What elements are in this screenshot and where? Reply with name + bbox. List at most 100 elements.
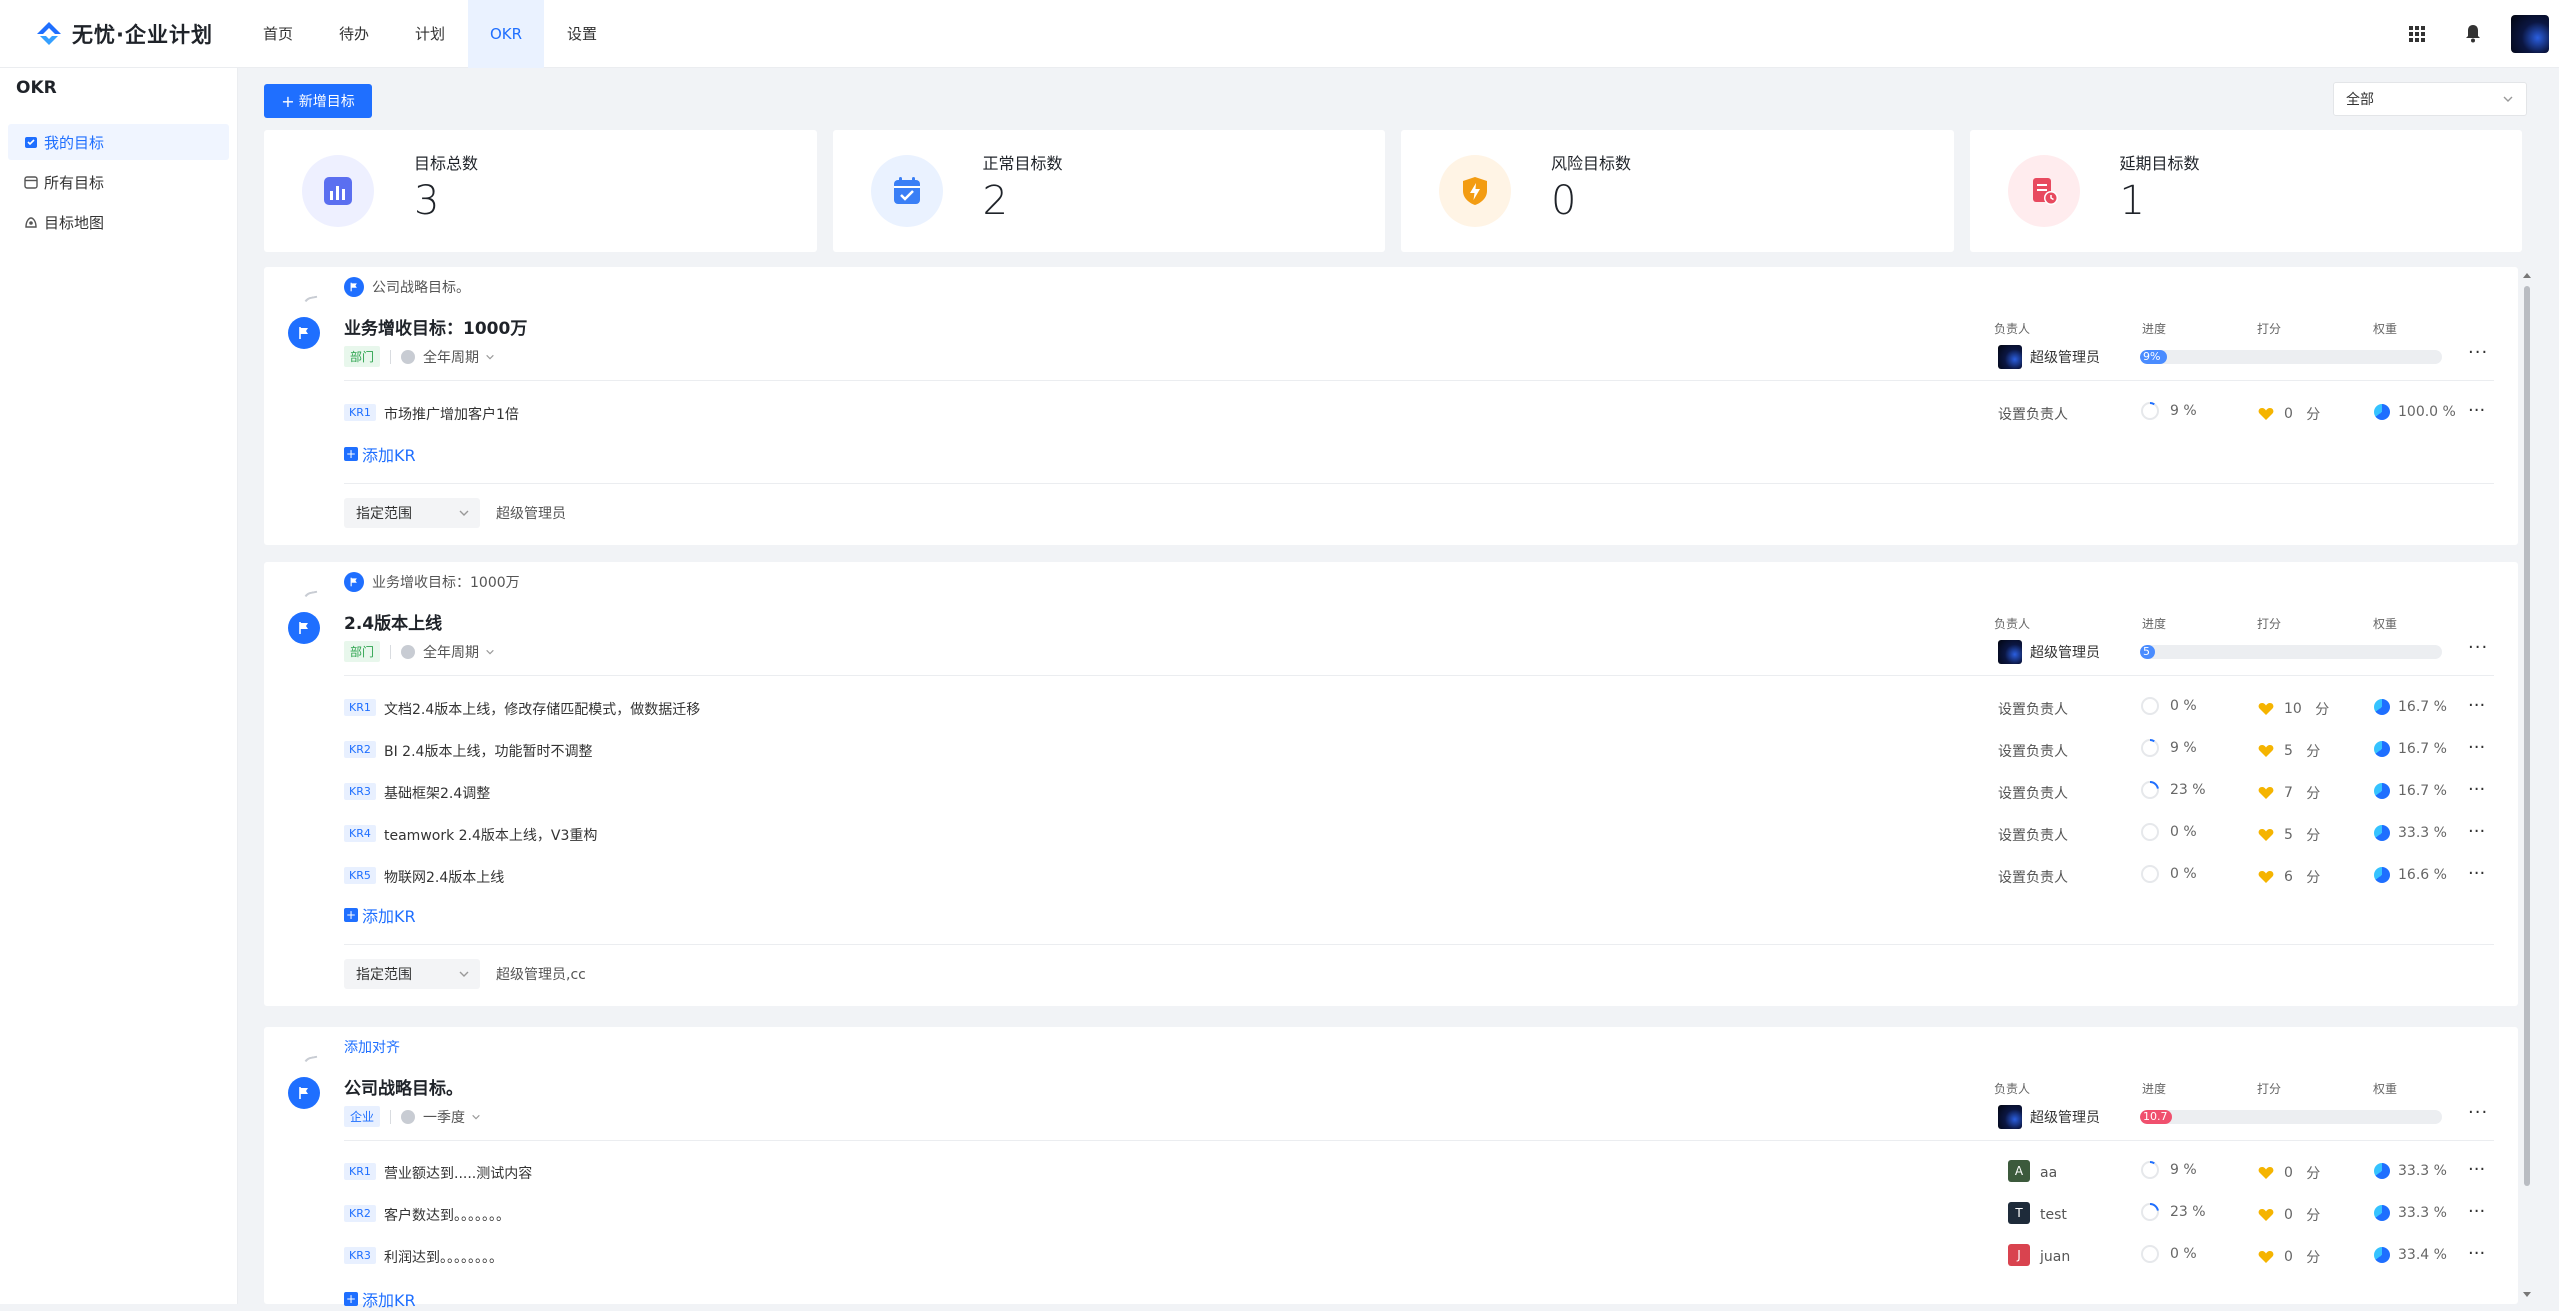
kr-progress: 23 % bbox=[2140, 780, 2206, 800]
scope-select[interactable]: 指定范围 bbox=[344, 498, 480, 528]
kr-score[interactable]: 5 分 bbox=[2258, 825, 2320, 845]
kr-row[interactable]: KR3 利润达到。。。。。。。。 Jjuan 0 % 0 分 33.4 % ··… bbox=[344, 1242, 2498, 1270]
sidebar-item-my-goals[interactable]: 我的目标 bbox=[8, 124, 229, 160]
more-options-icon[interactable]: ··· bbox=[2468, 1201, 2485, 1222]
objective-title[interactable]: 2.4版本上线 bbox=[344, 609, 442, 634]
more-options-icon[interactable]: ··· bbox=[2468, 1243, 2485, 1264]
kr-owner[interactable]: 设置负责人 bbox=[1998, 741, 2068, 761]
progress-ring-icon bbox=[2141, 1202, 2159, 1221]
more-options-icon[interactable]: ··· bbox=[2468, 695, 2485, 716]
kr-owner-name: 设置负责人 bbox=[1998, 870, 2068, 886]
kr-row[interactable]: KR1 营业额达到.....测试内容 Aaa 9 % 0 分 33.3 % ··… bbox=[344, 1158, 2498, 1186]
more-options-icon[interactable]: ··· bbox=[2468, 821, 2485, 842]
kr-score[interactable]: 0 分 bbox=[2258, 1163, 2320, 1183]
kr-row[interactable]: KR2 客户数达到。。。。。。。 Ttest 23 % 0 分 33.3 % ·… bbox=[344, 1200, 2498, 1228]
more-options-icon[interactable]: ··· bbox=[2468, 342, 2488, 363]
add-kr-button[interactable]: + 添加KR bbox=[344, 903, 416, 927]
kr-owner[interactable]: 设置负责人 bbox=[1998, 867, 2068, 887]
goal-filter-select[interactable]: 全部 bbox=[2333, 82, 2527, 116]
nav-settings[interactable]: 设置 bbox=[544, 0, 620, 68]
nav-plan[interactable]: 计划 bbox=[392, 0, 468, 68]
objective-meta: 部门 全年周期 bbox=[344, 346, 495, 367]
period-selector[interactable]: 全年周期 bbox=[423, 347, 479, 367]
more-options-icon[interactable]: ··· bbox=[2468, 863, 2485, 884]
kr-weight-value: 33.3 % bbox=[2398, 1205, 2447, 1221]
kr-score[interactable]: 0 分 bbox=[2258, 1205, 2320, 1225]
heart-icon bbox=[2258, 1250, 2274, 1263]
period-selector[interactable]: 一季度 bbox=[423, 1107, 465, 1127]
kr-owner[interactable]: 设置负责人 bbox=[1998, 404, 2068, 424]
objective-type-tag: 企业 bbox=[344, 1106, 381, 1127]
vertical-scrollbar[interactable] bbox=[2522, 272, 2532, 1302]
add-kr-label: 添加KR bbox=[362, 907, 416, 926]
kr-owner[interactable]: 设置负责人 bbox=[1998, 825, 2068, 845]
pie-icon bbox=[2374, 699, 2390, 715]
more-options-icon[interactable]: ··· bbox=[2468, 400, 2485, 421]
add-kr-button[interactable]: + 添加KR bbox=[344, 1287, 416, 1311]
user-avatar[interactable] bbox=[2511, 15, 2549, 53]
chevron-down-icon bbox=[459, 510, 469, 516]
new-goal-button[interactable]: + 新增目标 bbox=[264, 84, 372, 118]
kr-row[interactable]: KR3 基础框架2.4调整 设置负责人 23 % 7 分 16.7 % ··· bbox=[344, 778, 2498, 806]
kr-owner[interactable]: Aaa bbox=[2008, 1160, 2057, 1182]
kr-row[interactable]: KR5 物联网2.4版本上线 设置负责人 0 % 6 分 16.6 % ··· bbox=[344, 862, 2498, 890]
more-options-icon[interactable]: ··· bbox=[2468, 637, 2488, 658]
nav-home[interactable]: 首页 bbox=[240, 0, 316, 68]
owner-initial-avatar: T bbox=[2008, 1202, 2030, 1224]
parent-objective[interactable]: 公司战略目标。 bbox=[344, 277, 470, 297]
more-options-icon[interactable]: ··· bbox=[2468, 779, 2485, 800]
objective-title[interactable]: 业务增收目标：1000万 bbox=[344, 314, 527, 339]
kr-weight: 33.4 % bbox=[2374, 1247, 2447, 1263]
sidebar-item-all-goals[interactable]: 所有目标 bbox=[8, 164, 229, 200]
kr-score[interactable]: 0 分 bbox=[2258, 404, 2320, 424]
heart-icon bbox=[2258, 828, 2274, 841]
scroll-up-icon[interactable] bbox=[2523, 272, 2531, 280]
kr-owner[interactable]: 设置负责人 bbox=[1998, 699, 2068, 719]
kr-weight: 33.3 % bbox=[2374, 825, 2447, 841]
kr-row[interactable]: KR1 市场推广增加客户1倍 设置负责人 9 % 0 分 100.0 % ··· bbox=[344, 399, 2498, 427]
more-options-icon[interactable]: ··· bbox=[2468, 1102, 2488, 1123]
kr-row[interactable]: KR4 teamwork 2.4版本上线，V3重构 设置负责人 0 % 5 分 … bbox=[344, 820, 2498, 848]
kr-tag: KR2 bbox=[344, 741, 376, 758]
period-selector[interactable]: 全年周期 bbox=[423, 642, 479, 662]
kr-weight-value: 33.4 % bbox=[2398, 1247, 2447, 1263]
kr-score[interactable]: 6 分 bbox=[2258, 867, 2320, 887]
kr-weight: 16.7 % bbox=[2374, 741, 2447, 757]
kr-owner[interactable]: 设置负责人 bbox=[1998, 783, 2068, 803]
kr-score[interactable]: 5 分 bbox=[2258, 741, 2320, 761]
parent-objective[interactable]: 业务增收目标：1000万 bbox=[344, 572, 520, 592]
nav-todo[interactable]: 待办 bbox=[316, 0, 392, 68]
objective-owner[interactable]: 超级管理员 bbox=[1998, 345, 2100, 369]
column-score: 打分 bbox=[2257, 1082, 2282, 1096]
sidebar-item-goal-map[interactable]: 目标地图 bbox=[8, 204, 229, 240]
add-kr-button[interactable]: + 添加KR bbox=[344, 442, 416, 466]
objective-owner[interactable]: 超级管理员 bbox=[1998, 1105, 2100, 1129]
nav-okr[interactable]: OKR bbox=[468, 0, 544, 68]
app-logo[interactable]: 无忧·企业计划 bbox=[0, 0, 240, 68]
kr-owner[interactable]: Jjuan bbox=[2008, 1244, 2070, 1266]
kr-row[interactable]: KR1 文档2.4版本上线，修改存储匹配模式，做数据迁移 设置负责人 0 % 1… bbox=[344, 694, 2498, 722]
kr-progress-value: 23 % bbox=[2170, 782, 2206, 798]
add-alignment-link[interactable]: 添加对齐 bbox=[344, 1037, 400, 1057]
objective-title[interactable]: 公司战略目标。 bbox=[344, 1074, 463, 1099]
kr-score[interactable]: 0 分 bbox=[2258, 1247, 2320, 1267]
kr-weight-value: 33.3 % bbox=[2398, 825, 2447, 841]
column-score: 打分 bbox=[2257, 617, 2282, 631]
scope-users: 超级管理员,cc bbox=[496, 967, 586, 983]
bell-icon[interactable] bbox=[2445, 0, 2501, 68]
objective-owner[interactable]: 超级管理员 bbox=[1998, 640, 2100, 664]
scroll-down-icon[interactable] bbox=[2523, 1290, 2531, 1298]
kr-owner[interactable]: Ttest bbox=[2008, 1202, 2067, 1224]
apps-grid-icon[interactable] bbox=[2389, 0, 2445, 68]
more-options-icon[interactable]: ··· bbox=[2468, 1159, 2485, 1180]
kr-owner-name: test bbox=[2040, 1206, 2067, 1223]
kr-score[interactable]: 7 分 bbox=[2258, 783, 2320, 803]
scope-select[interactable]: 指定范围 bbox=[344, 959, 480, 989]
kr-row[interactable]: KR2 BI 2.4版本上线，功能暂时不调整 设置负责人 9 % 5 分 16.… bbox=[344, 736, 2498, 764]
more-options-icon[interactable]: ··· bbox=[2468, 737, 2485, 758]
kr-score[interactable]: 10 分 bbox=[2258, 699, 2329, 719]
meta-divider bbox=[390, 644, 392, 659]
column-owner: 负责人 bbox=[1994, 617, 2031, 631]
kr-score-value: 7 bbox=[2284, 785, 2293, 801]
scroll-thumb[interactable] bbox=[2524, 286, 2530, 1186]
